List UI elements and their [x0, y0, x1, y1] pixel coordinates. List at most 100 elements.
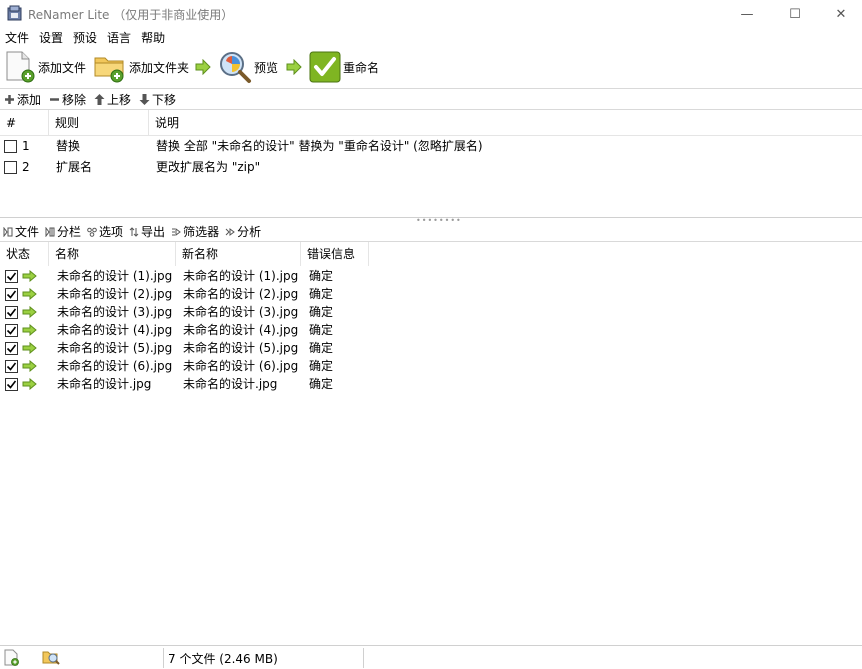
move-up-label: 上移 [107, 92, 132, 107]
file-new-name: 未命名的设计 (3).jpg [183, 305, 299, 319]
file-error: 确定 [309, 305, 334, 319]
files-icon [3, 226, 13, 237]
menu-presets[interactable]: 预设 [68, 28, 102, 48]
files-table-header: 状态 名称 新名称 错误信息 [0, 242, 862, 266]
file-name: 未命名的设计 (5).jpg [57, 341, 173, 355]
export-icon [129, 226, 139, 237]
add-folder-button[interactable]: 添加文件夹 [93, 48, 189, 86]
columns-menu-label: 分栏 [57, 225, 82, 239]
file-row[interactable]: 未命名的设计 (3).jpg 未命名的设计 (3).jpg 确定 [0, 303, 862, 321]
export-menu-button[interactable]: 导出 [129, 223, 165, 240]
file-new-name: 未命名的设计 (2).jpg [183, 287, 299, 301]
rules-toolbar: 添加 移除 上移 下移 [0, 88, 862, 109]
analyze-menu-button[interactable]: 分析 [225, 223, 261, 240]
file-new-name: 未命名的设计 (1).jpg [183, 269, 299, 283]
rules-table-header: # 规则 说明 [0, 110, 862, 136]
column-header-status[interactable]: 状态 [0, 242, 49, 266]
arrow-right-icon [22, 324, 37, 336]
maximize-icon: ☐ [789, 6, 801, 22]
file-checkbox[interactable] [5, 270, 18, 283]
file-row[interactable]: 未命名的设计 (5).jpg 未命名的设计 (5).jpg 确定 [0, 339, 862, 357]
file-name: 未命名的设计 (1).jpg [57, 269, 173, 283]
minus-icon [50, 97, 60, 101]
file-row[interactable]: 未命名的设计 (1).jpg 未命名的设计 (1).jpg 确定 [0, 267, 862, 285]
rule-checkbox[interactable] [4, 161, 17, 174]
menu-settings[interactable]: 设置 [34, 28, 68, 48]
export-menu-label: 导出 [141, 225, 166, 239]
rule-row[interactable]: 2 扩展名 更改扩展名为 "zip" [0, 157, 862, 177]
file-count-status: 7 个文件 (2.46 MB) [168, 652, 278, 666]
file-name: 未命名的设计 (2).jpg [57, 287, 173, 301]
plus-icon [5, 94, 14, 104]
arrow-right-icon [22, 288, 37, 300]
file-row[interactable]: 未命名的设计.jpg 未命名的设计.jpg 确定 [0, 375, 862, 393]
files-toolbar: 文件 分栏 选项 导出 筛选器 分析 [0, 222, 862, 241]
rule-description: 更改扩展名为 "zip" [156, 160, 261, 174]
rule-number: 2 [22, 160, 30, 174]
column-header-number[interactable]: # [0, 110, 49, 136]
columns-menu-button[interactable]: 分栏 [45, 223, 81, 240]
file-new-name: 未命名的设计.jpg [183, 377, 278, 391]
move-down-button[interactable]: 下移 [139, 91, 176, 108]
file-row[interactable]: 未命名的设计 (6).jpg 未命名的设计 (6).jpg 确定 [0, 357, 862, 375]
status-bar: 7 个文件 (2.46 MB) [0, 645, 862, 669]
file-checkbox[interactable] [5, 288, 18, 301]
file-checkbox[interactable] [5, 306, 18, 319]
add-folder-label: 添加文件夹 [129, 60, 190, 75]
column-header-name[interactable]: 名称 [49, 242, 176, 266]
files-table: 状态 名称 新名称 错误信息 未命名的设计 (1).jpg 未命名的设计 (1)… [0, 241, 862, 644]
arrow-right-icon [22, 342, 37, 354]
columns-icon [45, 226, 55, 237]
file-checkbox[interactable] [5, 342, 18, 355]
file-name: 未命名的设计 (3).jpg [57, 305, 173, 319]
files-menu-button[interactable]: 文件 [3, 223, 39, 240]
arrow-right-icon [22, 360, 37, 372]
preview-button[interactable]: 预览 [218, 48, 278, 86]
column-header-description[interactable]: 说明 [149, 110, 862, 136]
file-checkbox[interactable] [5, 324, 18, 337]
arrow-right-icon [195, 59, 211, 75]
main-toolbar: 添加文件 添加文件夹 预览 重命名 [0, 48, 862, 86]
check-icon [6, 380, 17, 389]
rule-number: 1 [22, 139, 30, 153]
add-files-label: 添加文件 [38, 60, 87, 75]
menu-help[interactable]: 帮助 [136, 28, 170, 48]
close-icon: ✕ [835, 6, 847, 22]
rule-checkbox[interactable] [4, 140, 17, 153]
add-file-icon[interactable] [3, 649, 20, 666]
file-row[interactable]: 未命名的设计 (4).jpg 未命名的设计 (4).jpg 确定 [0, 321, 862, 339]
rename-button[interactable]: 重命名 [309, 48, 379, 86]
file-checkbox[interactable] [5, 378, 18, 391]
file-name: 未命名的设计.jpg [57, 377, 152, 391]
menu-language[interactable]: 语言 [102, 28, 136, 48]
remove-rule-button[interactable]: 移除 [49, 91, 86, 108]
menu-file[interactable]: 文件 [0, 28, 34, 48]
options-menu-button[interactable]: 选项 [87, 223, 123, 240]
add-files-button[interactable]: 添加文件 [4, 48, 86, 86]
minimize-button[interactable]: — [724, 0, 770, 28]
filter-menu-button[interactable]: 筛选器 [171, 223, 219, 240]
column-header-new-name[interactable]: 新名称 [176, 242, 301, 266]
maximize-button[interactable]: ☐ [772, 0, 818, 28]
file-name: 未命名的设计 (4).jpg [57, 323, 173, 337]
check-icon [6, 326, 17, 335]
window-title: ReNamer Lite （仅用于非商业使用） [28, 8, 234, 22]
renamer-app-icon [7, 5, 22, 21]
column-header-error[interactable]: 错误信息 [301, 242, 369, 266]
rename-label: 重命名 [343, 60, 380, 75]
file-error: 确定 [309, 341, 334, 355]
preview-file-icon[interactable] [42, 649, 60, 666]
file-checkbox[interactable] [5, 360, 18, 373]
check-icon [6, 362, 17, 371]
file-error: 确定 [309, 377, 334, 391]
file-new-name: 未命名的设计 (6).jpg [183, 359, 299, 373]
file-row[interactable]: 未命名的设计 (2).jpg 未命名的设计 (2).jpg 确定 [0, 285, 862, 303]
arrow-down-icon [139, 93, 150, 105]
column-header-rule[interactable]: 规则 [49, 110, 149, 136]
add-rule-button[interactable]: 添加 [4, 91, 41, 108]
check-icon [6, 344, 17, 353]
close-button[interactable]: ✕ [818, 0, 862, 28]
check-icon [6, 290, 17, 299]
rule-row[interactable]: 1 替换 替换 全部 "未命名的设计" 替换为 "重命名设计" (忽略扩展名) [0, 136, 862, 156]
move-up-button[interactable]: 上移 [94, 91, 131, 108]
